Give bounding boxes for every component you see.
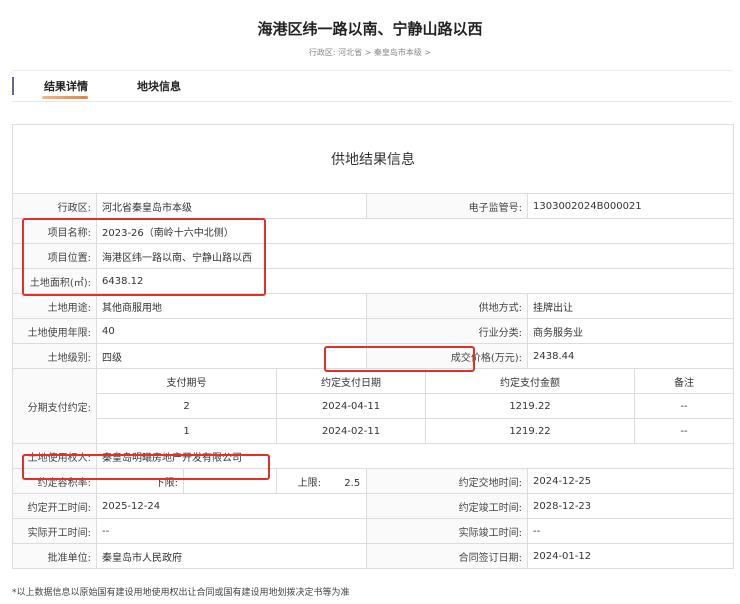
delivery-label: 约定交地时间: [366, 468, 528, 494]
actual-completion-value: -- [527, 518, 734, 544]
grade-label: 土地级别: [12, 343, 97, 369]
page-title: 海港区纬一路以南、宁静山路以西 [257, 20, 483, 38]
actual-completion-label: 实际竣工时间: [366, 518, 528, 544]
active-tab-indicator [42, 96, 88, 99]
grade-value: 四级 [96, 343, 367, 369]
section-title: 供地结果信息 [12, 124, 734, 194]
supply-method-value: 挂牌出让 [527, 293, 734, 319]
payment-no: 2 [96, 393, 277, 419]
project-location-label: 项目位置: [12, 243, 97, 269]
holder-label: 土地使用权人: [12, 443, 97, 469]
e-code-value: 1303002024B000021 [527, 193, 734, 219]
payment-note: -- [634, 393, 734, 419]
industry-value: 商务服务业 [527, 318, 734, 344]
actual-start-value: -- [96, 518, 367, 544]
far-upper-label: 上限: [297, 477, 321, 489]
holder-value: 秦皇岛明曦房地产开发有限公司 [96, 443, 734, 469]
approver-label: 批准单位: [12, 543, 97, 569]
land-use-value: 其他商服用地 [96, 293, 367, 319]
area-label: 土地面积(㎡): [12, 268, 97, 294]
start-value: 2025-12-24 [96, 493, 367, 519]
payment-header-date: 约定支付日期 [276, 368, 426, 394]
far-label: 约定容积率: [12, 468, 97, 494]
contract-date-value: 2024-01-12 [527, 543, 734, 569]
far-lower-label: 下限: [96, 468, 184, 494]
payment-date: 2024-02-11 [276, 418, 426, 444]
district-value: 河北省秦皇岛市本级 [96, 193, 367, 219]
tab-result-detail[interactable]: 结果详情 [44, 78, 88, 94]
payment-header-note: 备注 [634, 368, 734, 394]
land-use-label: 土地用途: [12, 293, 97, 319]
land-supply-result-table: 供地结果信息 行政区: 河北省秦皇岛市本级 电子监管号: 1303002024B… [12, 124, 734, 569]
district-label: 行政区: [12, 193, 97, 219]
table-row: 2 2024-04-11 1219.22 -- [13, 393, 734, 419]
completion-label: 约定竣工时间: [366, 493, 528, 519]
e-code-label: 电子监管号: [366, 193, 528, 219]
footnote: *以上数据信息以原始国有建设用地使用权出让合同或国有建设用地划拨决定书等为准 [12, 588, 350, 598]
breadcrumb[interactable]: 行政区: 河北省 > 秦皇岛市本级 > [0, 47, 740, 58]
project-name-value: 2023-26（南岭十六中北侧） [96, 218, 734, 244]
payment-amount: 1219.22 [425, 393, 635, 419]
start-label: 约定开工时间: [12, 493, 97, 519]
price-label: 成交价格(万元): [366, 343, 528, 369]
actual-start-label: 实际开工时间: [12, 518, 97, 544]
term-value: 40 [96, 318, 367, 344]
payment-header-amount: 约定支付金额 [425, 368, 635, 394]
far-lower-value [183, 468, 277, 494]
area-value: 6438.12 [96, 268, 734, 294]
payment-note: -- [634, 418, 734, 444]
project-location-value: 海港区纬一路以南、宁静山路以西 [96, 243, 734, 269]
term-label: 土地使用年限: [12, 318, 97, 344]
delivery-value: 2024-12-25 [527, 468, 734, 494]
industry-label: 行业分类: [366, 318, 528, 344]
payment-header-no: 支付期号 [96, 368, 277, 394]
tab-bar: 结果详情 地块信息 [12, 70, 732, 102]
project-name-label: 项目名称: [12, 218, 97, 244]
installment-label: 分期支付约定: [12, 368, 97, 444]
table-row: 1 2024-02-11 1219.22 -- [13, 418, 734, 444]
tab-bar-accent [12, 77, 14, 95]
approver-value: 秦皇岛市人民政府 [96, 543, 367, 569]
completion-value: 2028-12-23 [527, 493, 734, 519]
price-value: 2438.44 [527, 343, 734, 369]
payment-amount: 1219.22 [425, 418, 635, 444]
tab-parcel-info[interactable]: 地块信息 [137, 78, 181, 94]
contract-date-label: 合同签订日期: [366, 543, 528, 569]
payment-date: 2024-04-11 [276, 393, 426, 419]
supply-method-label: 供地方式: [366, 293, 528, 319]
far-upper-cell: 上限: 2.5 [276, 468, 367, 494]
payment-no: 1 [96, 418, 277, 444]
far-upper-value: 2.5 [344, 477, 361, 489]
